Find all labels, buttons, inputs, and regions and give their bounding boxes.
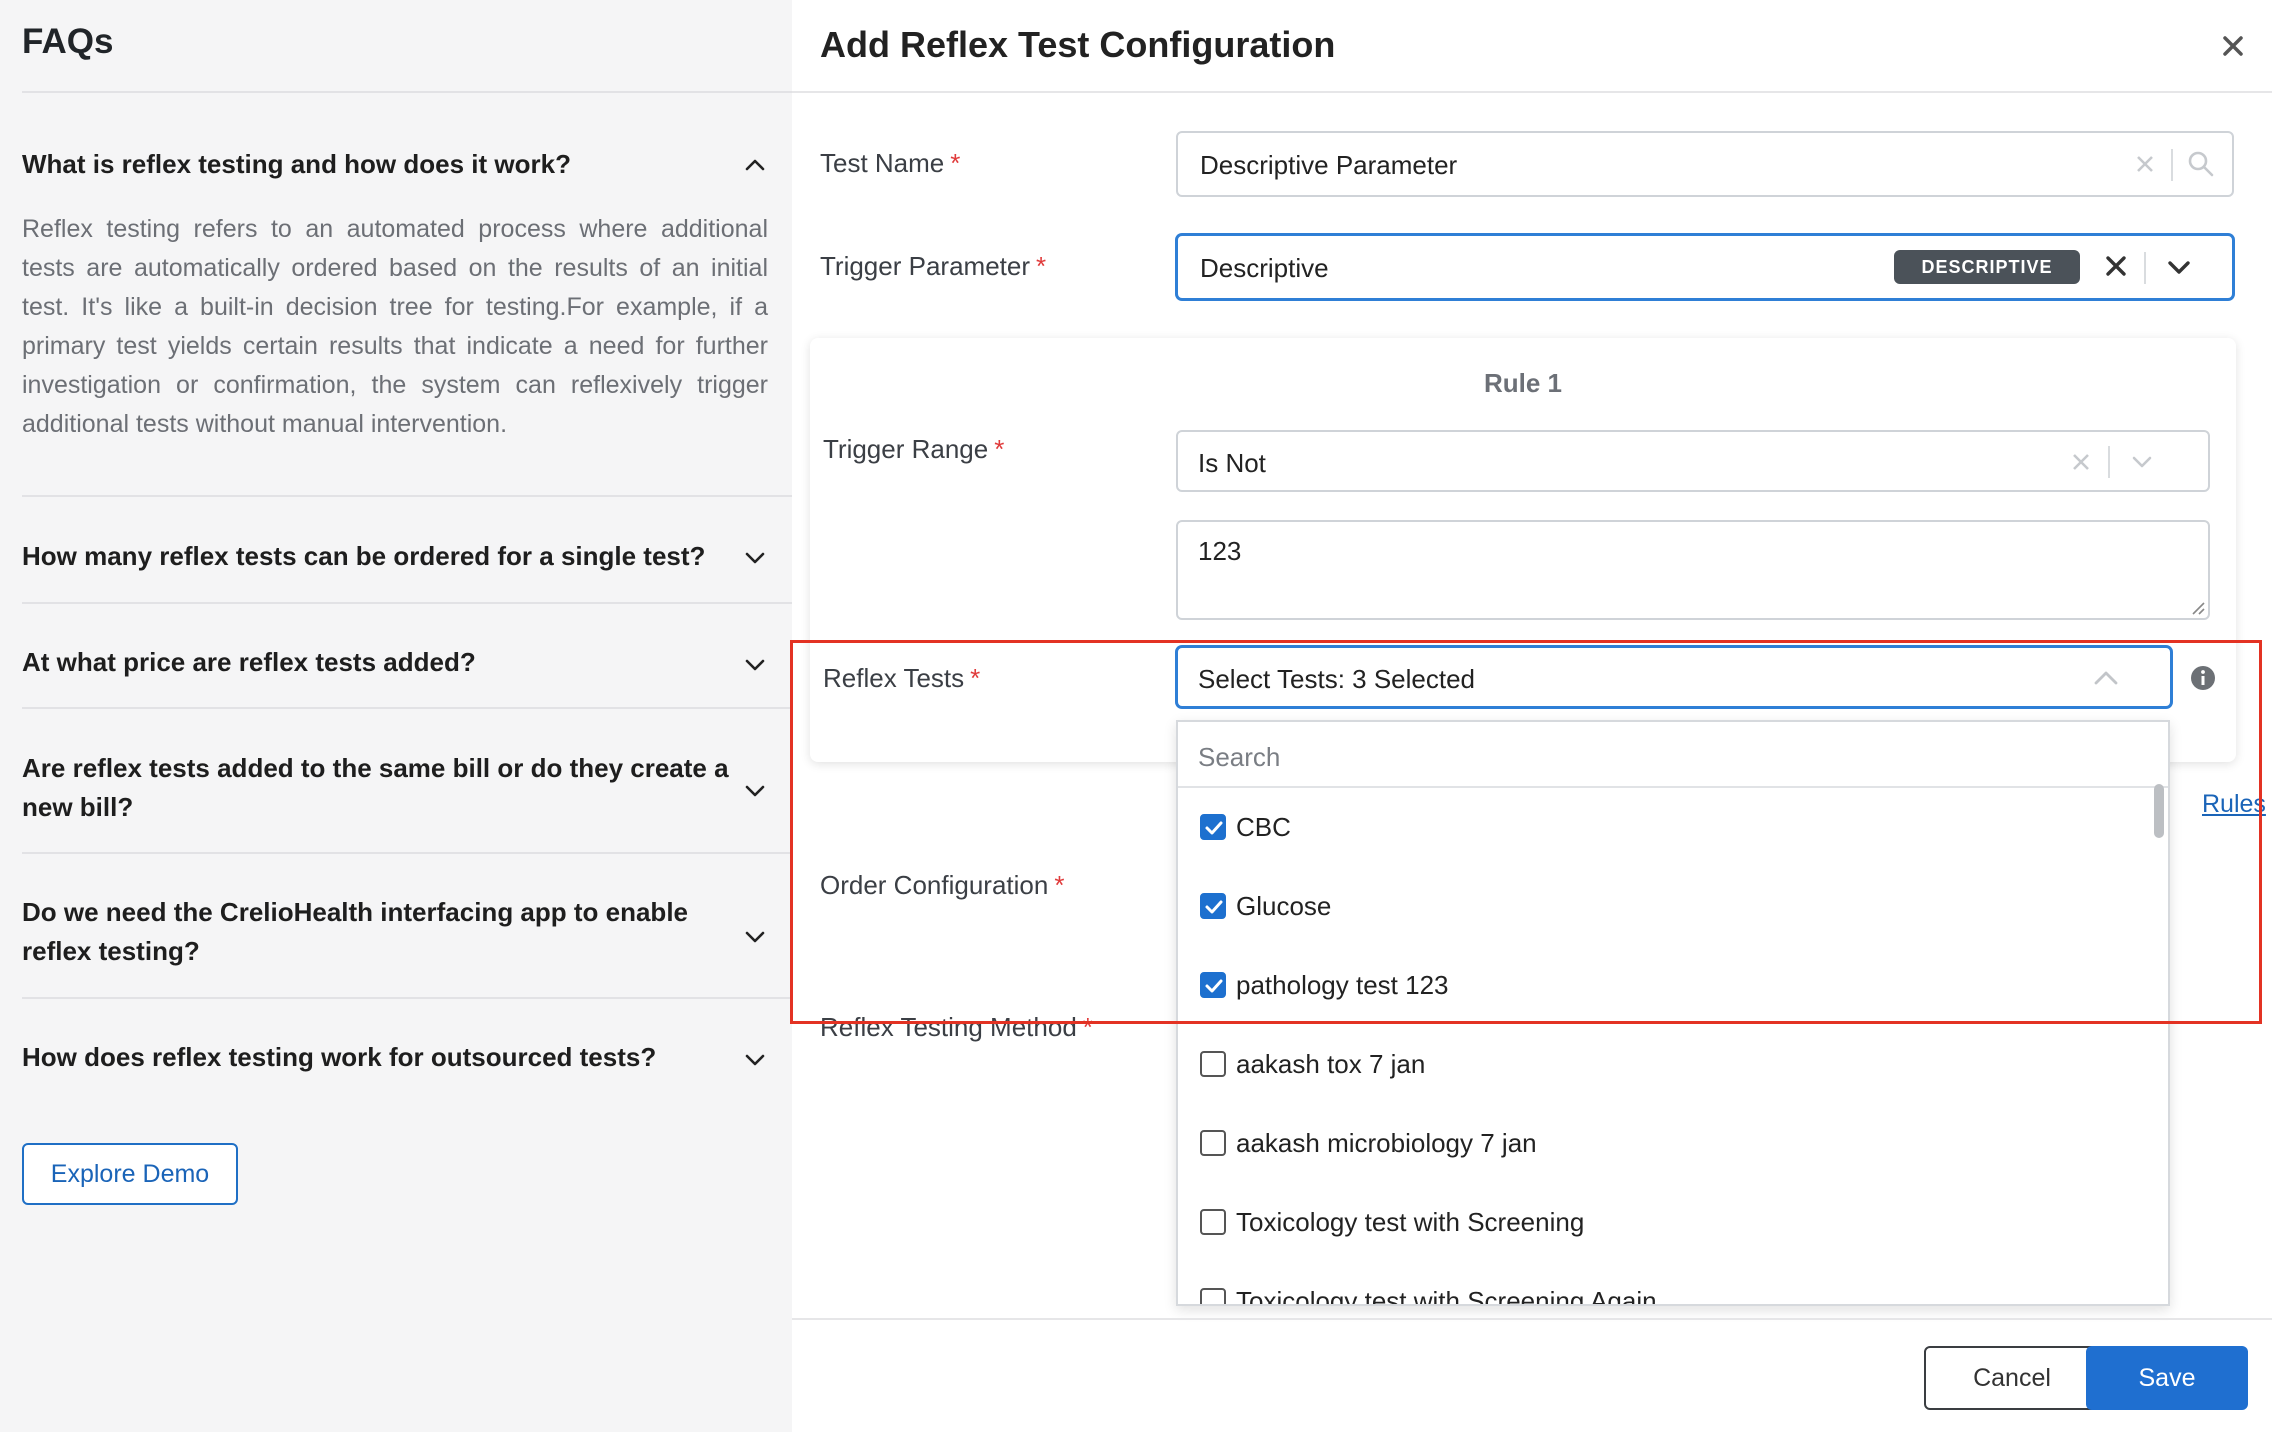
trigger-range-value-textarea[interactable]: 123 [1176,520,2210,620]
separator [2144,252,2146,284]
faq-question-1[interactable]: What is reflex testing and how does it w… [22,145,732,184]
divider [22,495,792,497]
chevron-up-icon[interactable] [740,150,770,180]
clear-icon[interactable] [2102,252,2130,285]
chevron-down-icon[interactable] [740,543,770,573]
dropdown-option-label: aakash microbiology 7 jan [1236,1128,1537,1158]
faq-question-2[interactable]: How many reflex tests can be ordered for… [22,537,732,576]
search-icon[interactable] [2186,149,2216,184]
trigger-range-operator-value: Is Not [1198,448,1266,478]
separator [2171,149,2173,181]
faq-question-3[interactable]: At what price are reflex tests added? [22,643,732,682]
checkbox-unchecked[interactable] [1200,1130,1226,1156]
faq-answer-1: Reflex testing refers to an automated pr… [22,215,768,438]
chevron-down-icon[interactable] [2164,252,2194,287]
dropdown-option-label: aakash tox 7 jan [1236,1049,1426,1079]
clear-icon[interactable] [2132,151,2158,182]
dropdown-option[interactable]: Toxicology test with Screening [1178,1183,2158,1262]
clear-icon[interactable] [2068,449,2094,480]
divider [22,707,792,709]
faq-question-6[interactable]: How does reflex testing work for outsour… [22,1038,732,1077]
dropdown-option-label: Toxicology test with Screening [1236,1207,1585,1237]
trigger-parameter-value: Descriptive [1200,253,1329,283]
resize-handle-icon[interactable] [2190,600,2206,621]
close-icon[interactable] [2217,30,2249,62]
faq-panel: FAQs What is reflex testing and how does… [0,0,792,1432]
chevron-down-icon[interactable] [740,776,770,806]
checkbox-unchecked[interactable] [1200,1051,1226,1077]
rule-title: Rule 1 [1483,368,1563,398]
dropdown-option-label: Toxicology test with Screening Again [1236,1286,1657,1306]
checkbox-unchecked[interactable] [1200,1288,1226,1304]
test-name-field[interactable]: Descriptive Parameter [1176,131,2234,197]
divider [22,91,792,93]
test-name-label: Test Name * [820,148,961,178]
trigger-range-label: Trigger Range * [823,434,1005,464]
dropdown-option[interactable]: Toxicology test with Screening Again [1178,1262,2158,1306]
divider [792,1318,2272,1320]
chevron-down-icon[interactable] [740,1045,770,1075]
chevron-down-icon[interactable] [2128,448,2156,481]
divider [792,91,2272,93]
faq-question-4[interactable]: Are reflex tests added to the same bill … [22,749,732,827]
divider [22,852,792,854]
save-button[interactable]: Save [2086,1346,2248,1410]
modal-title: Add Reflex Test Configuration [820,24,1336,65]
trigger-parameter-select[interactable]: Descriptive DESCRIPTIVE [1176,234,2234,300]
faq-title: FAQs [22,22,114,61]
highlight-box [790,640,2262,1024]
checkbox-unchecked[interactable] [1200,1209,1226,1235]
trigger-parameter-label: Trigger Parameter * [820,251,1047,281]
explore-demo-button[interactable]: Explore Demo [22,1143,238,1205]
dropdown-option[interactable]: aakash microbiology 7 jan [1178,1104,2158,1183]
cancel-button[interactable]: Cancel [1924,1346,2100,1410]
test-name-value: Descriptive Parameter [1200,150,1458,180]
trigger-range-operator-select[interactable]: Is Not [1176,430,2210,492]
chevron-down-icon[interactable] [740,922,770,952]
faq-question-5[interactable]: Do we need the CrelioHealth interfacing … [22,893,732,971]
parameter-type-badge: DESCRIPTIVE [1894,250,2080,284]
divider [22,602,792,604]
trigger-range-value: 123 [1198,536,1242,566]
separator [2108,446,2110,478]
divider [22,997,792,999]
chevron-down-icon[interactable] [740,650,770,680]
dropdown-option[interactable]: aakash tox 7 jan [1178,1025,2158,1104]
